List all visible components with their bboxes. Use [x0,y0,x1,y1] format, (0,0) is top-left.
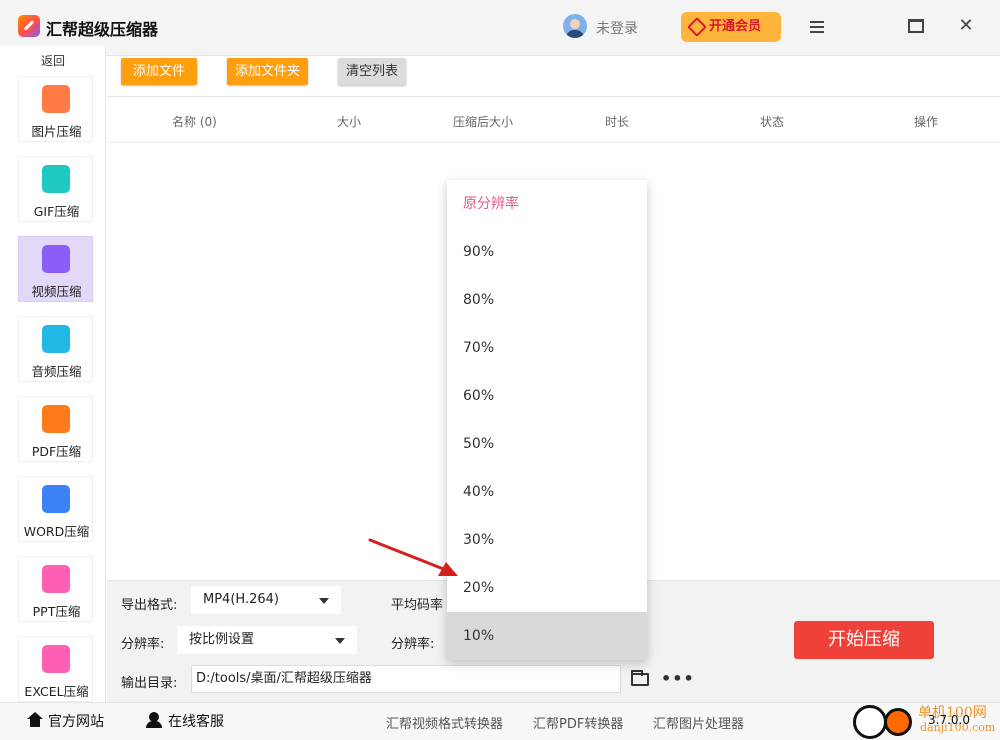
user-avatar-icon[interactable] [563,14,587,38]
service-link[interactable]: 在线客服 [168,711,224,731]
version-label: 3.7.0.0 [928,713,970,727]
resolution-mode-select[interactable]: 按比例设置 [177,626,357,654]
footer: 官方网站 在线客服 汇帮视频格式转换器 汇帮PDF转换器 汇帮图片处理器 单机1… [0,702,1000,740]
image-icon [42,85,70,113]
vip-button-label: 开通会员 [709,19,762,34]
resolution-percent-label: 分辨率: [391,637,435,652]
format-select[interactable]: MP4(H.264) [191,586,341,614]
sidebar-item-gif[interactable]: GIF压缩 [18,156,93,222]
dropdown-option[interactable]: 20% [447,564,647,612]
back-button[interactable]: 返回 [0,52,106,69]
close-icon[interactable]: ✕ [955,16,977,38]
chevron-down-icon [335,638,345,644]
dropdown-option[interactable]: 80% [447,276,647,324]
app-logo-icon [18,15,40,37]
footer-link-pdf-converter[interactable]: 汇帮PDF转换器 [533,713,623,732]
folder-open-icon[interactable] [631,670,649,686]
sidebar-item-label: 视频压缩 [31,284,82,299]
dropdown-option[interactable]: 50% [447,420,647,468]
sidebar-item-label: 音频压缩 [31,364,82,379]
customer-service-icon [146,712,162,728]
bitrate-label: 平均码率 [391,598,444,613]
output-dir-label: 输出目录: [121,676,178,691]
format-label: 导出格式: [121,598,178,613]
sidebar-item-label: GIF压缩 [33,204,80,219]
excel-icon [42,645,70,673]
column-name: 名称 (0) [172,115,217,129]
ppt-icon [42,565,70,593]
chevron-down-icon [319,598,329,604]
word-icon [42,485,70,513]
resolution-dropdown: 原分辨率 90% 80% 70% 60% 50% 40% 30% 20% 10% [447,180,647,660]
menu-icon[interactable] [806,16,828,38]
home-icon [26,712,44,728]
sidebar-item-label: PDF压缩 [31,444,82,459]
sidebar-item-excel[interactable]: EXCEL压缩 [18,636,93,702]
dropdown-option[interactable]: 30% [447,516,647,564]
watermark-logo-icon [853,705,887,739]
sidebar: 返回 图片压缩 GIF压缩视频压缩音频压缩 PDF压缩 WORD压缩 PPT压缩 EXCE… [0,46,106,702]
sidebar-item-label: 图片压缩 [31,124,82,139]
dropdown-option[interactable]: 70% [447,324,647,372]
pdf-icon [42,405,70,433]
sidebar-item-label: WORD压缩 [23,524,90,539]
watermark-dot-icon [884,708,912,736]
add-file-button[interactable]: 添加文件 [121,58,197,85]
title-bar: 汇帮超级压缩器 未登录 开通会员 ✕ [0,0,1000,56]
vip-button[interactable]: 开通会员 [681,12,781,42]
sidebar-item-video[interactable]: 视频压缩 [18,236,93,302]
resolution-mode-value: 按比例设置 [189,632,255,647]
resolution-label: 分辨率: [121,637,165,652]
column-actions: 操作 [914,115,939,129]
app-title: 汇帮超级压缩器 [46,20,159,39]
dropdown-option[interactable]: 40% [447,468,647,516]
dropdown-option[interactable]: 60% [447,372,647,420]
column-compressed-size: 压缩后大小 [453,115,514,129]
audio-icon [42,325,70,353]
sidebar-item-audio[interactable]: 音频压缩 [18,316,93,382]
dropdown-option[interactable]: 原分辨率 [447,180,647,228]
sidebar-item-image[interactable]: 图片压缩 [18,76,93,142]
footer-link-image-processor[interactable]: 汇帮图片处理器 [653,713,744,732]
start-compress-button[interactable]: 开始压缩 [794,621,934,659]
website-link[interactable]: 官方网站 [48,711,104,731]
gif-icon [42,165,70,193]
annotation-arrow-icon [368,538,458,576]
column-duration: 时长 [605,115,630,129]
diamond-icon [687,17,707,37]
dropdown-option[interactable]: 90% [447,228,647,276]
sidebar-item-word[interactable]: WORD压缩 [18,476,93,542]
sidebar-item-label: EXCEL压缩 [24,684,89,699]
add-folder-button[interactable]: 添加文件夹 [227,58,308,85]
column-status: 状态 [760,115,785,129]
login-status[interactable]: 未登录 [596,18,638,38]
more-icon[interactable]: ••• [661,669,695,688]
format-select-value: MP4(H.264) [203,592,279,607]
sidebar-item-ppt[interactable]: PPT压缩 [18,556,93,622]
footer-link-video-converter[interactable]: 汇帮视频格式转换器 [386,713,503,732]
clear-list-button[interactable]: 清空列表 [338,58,406,85]
column-size: 大小 [337,115,362,129]
sidebar-item-pdf[interactable]: PDF压缩 [18,396,93,462]
table-header: 名称 (0) 大小 压缩后大小 时长 状态 操作 [107,97,1000,143]
maximize-icon[interactable] [905,16,927,38]
sidebar-item-label: PPT压缩 [32,604,81,619]
video-icon [42,245,70,273]
dropdown-option[interactable]: 10% [447,612,647,660]
output-dir-field[interactable]: D:/tools/桌面/汇帮超级压缩器 [191,665,621,693]
